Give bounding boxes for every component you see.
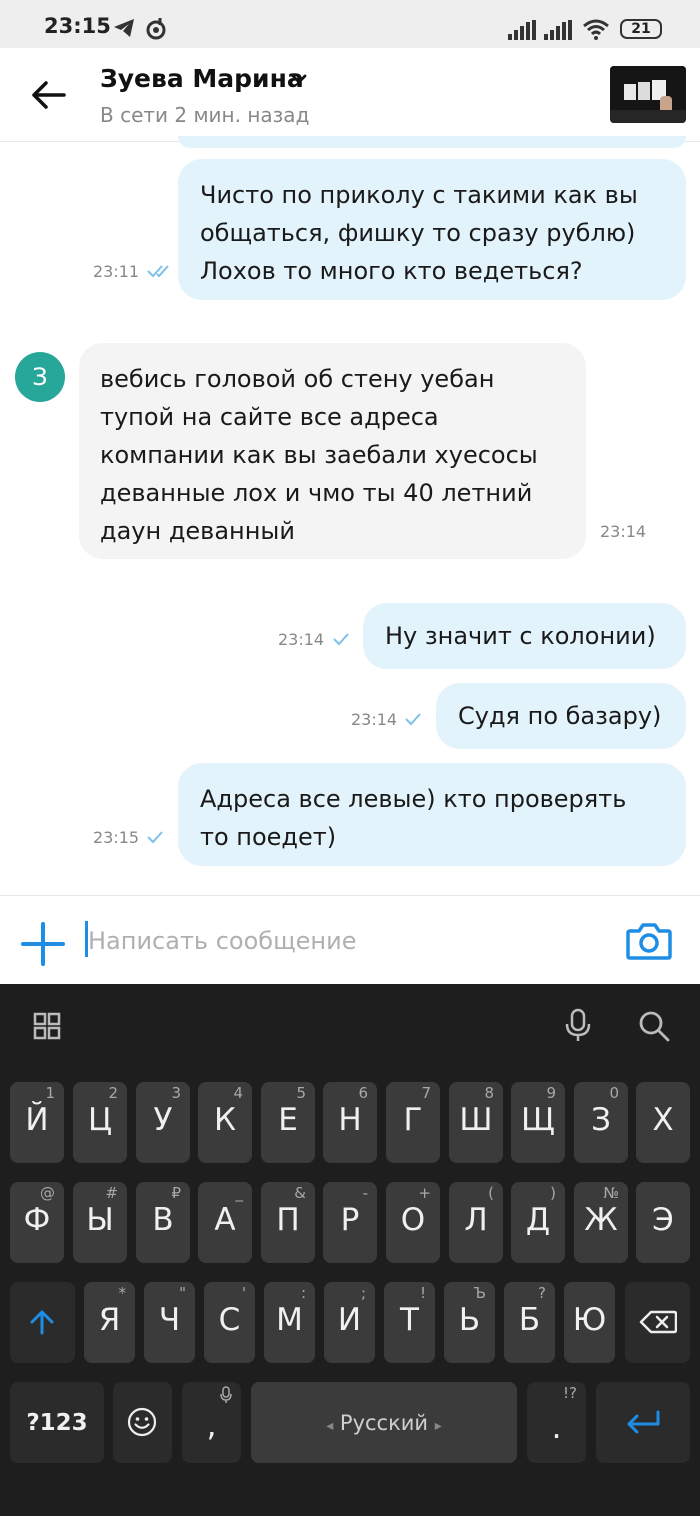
message-text-line: деванные лох и чмо ты 40 летний (100, 479, 533, 507)
space-key[interactable]: ◂ Русский ▸ (251, 1382, 517, 1463)
message-text-line: Ну значит с колонии) (385, 622, 656, 650)
back-arrow-icon[interactable] (30, 80, 66, 110)
message-text-line: то поедет) (200, 823, 337, 851)
message-text-line: компании как вы заебали хуесосы (100, 441, 538, 469)
key-п[interactable]: & П (261, 1182, 315, 1263)
key-ф[interactable]: @ Ф (10, 1182, 64, 1263)
message-text-line: даун деванный (100, 517, 295, 545)
microphone-icon[interactable] (564, 1008, 592, 1042)
chevron-left-icon: ◂ (326, 1418, 334, 1434)
key-а[interactable]: _ А (198, 1182, 252, 1263)
period-key[interactable]: !?. (527, 1382, 586, 1463)
message-time: 23:14 (600, 522, 647, 541)
shift-key[interactable] (10, 1282, 75, 1363)
battery-icon: 21 (620, 19, 662, 39)
contact-name[interactable]: Зуева Марина (100, 64, 304, 93)
key-э[interactable]: Э (636, 1182, 690, 1263)
backspace-icon (639, 1310, 677, 1334)
search-icon[interactable] (638, 1010, 670, 1042)
signal-icon (544, 20, 572, 40)
message-text-line: Чисто по приколу с такими как вы (200, 181, 638, 209)
music-icon (146, 18, 166, 40)
key-ы[interactable]: # Ы (73, 1182, 127, 1263)
key-я[interactable]: * Я (84, 1282, 135, 1363)
key-з[interactable]: 0З (574, 1082, 628, 1163)
message-time: 23:15 (93, 828, 140, 847)
message-bubble-outgoing[interactable]: Ну значит с колонии) (363, 603, 686, 669)
message-bubble-outgoing[interactable]: Чисто по приколу с такими как вы общатьс… (178, 159, 686, 300)
message-bubble-incoming[interactable]: вебись головой об стену уебан тупой на с… (79, 343, 586, 559)
message-text-line: Лохов то много кто ведеться? (200, 257, 583, 285)
wifi-icon (583, 19, 609, 40)
message-text-line: Адреса все левые) кто проверять (200, 785, 627, 813)
avatar[interactable]: З (15, 352, 65, 402)
key-м[interactable]: :М (264, 1282, 315, 1363)
message-input[interactable]: Написать сообщение (88, 927, 357, 955)
message-text-line: общаться, фишку то сразу рублю) (200, 219, 636, 247)
status-bar: 23:15 21 (0, 0, 700, 48)
key-ш[interactable]: 8Ш (449, 1082, 503, 1163)
key-е[interactable]: 5Е (261, 1082, 315, 1163)
enter-key[interactable] (596, 1382, 690, 1463)
clock: 23:15 (44, 14, 111, 38)
double-check-icon (147, 265, 169, 278)
check-icon (405, 713, 421, 726)
key-б[interactable]: ? Б (504, 1282, 555, 1363)
key-ч[interactable]: " Ч (144, 1282, 195, 1363)
space-language-label: Русский (339, 1411, 429, 1435)
plus-icon[interactable] (20, 921, 66, 967)
key-ю[interactable]: Ю (564, 1282, 615, 1363)
composer-bar: Написать сообщение (0, 895, 700, 984)
message-text-line: тупой на сайте все адреса (100, 403, 439, 431)
key-о[interactable]: + О (386, 1182, 440, 1263)
key-т[interactable]: ! Т (384, 1282, 435, 1363)
key-у[interactable]: 3У (136, 1082, 190, 1163)
message-text-line: вебись головой об стену уебан (100, 365, 495, 393)
comma-key[interactable]: , (182, 1382, 241, 1463)
telegram-icon (114, 19, 134, 37)
check-icon (333, 633, 349, 646)
microphone-icon (220, 1386, 232, 1403)
keyboard: 1Й 2Ц 3У 4К 5Е 6Н 7Г 8Ш 9Щ 0З Х @ Ф # Ы ₽ В… (0, 984, 700, 1516)
grid-menu-icon[interactable] (33, 1012, 61, 1040)
key-л[interactable]: (Л (449, 1182, 503, 1263)
enter-icon (627, 1410, 660, 1434)
message-time: 23:11 (93, 262, 140, 281)
message-bubble-partial (178, 136, 686, 148)
key-ь[interactable]: ЪЬ (444, 1282, 495, 1363)
chat-header: Зуева Марина В сети 2 мин. назад (0, 48, 700, 142)
key-ц[interactable]: 2Ц (73, 1082, 127, 1163)
key-щ[interactable]: 9Щ (511, 1082, 565, 1163)
message-time: 23:14 (351, 710, 398, 729)
symbols-key[interactable]: ?123 (10, 1382, 104, 1463)
key-й[interactable]: 1Й (10, 1082, 64, 1163)
emoji-icon (127, 1407, 157, 1437)
key-ж[interactable]: № Ж (574, 1182, 628, 1263)
key-г[interactable]: 7Г (386, 1082, 440, 1163)
key-н[interactable]: 6Н (323, 1082, 377, 1163)
signal-icon (508, 20, 536, 40)
key-в[interactable]: ₽ В (136, 1182, 190, 1263)
message-bubble-outgoing[interactable]: Судя по базару) (436, 683, 686, 749)
chevron-down-icon[interactable] (290, 72, 308, 86)
battery-level: 21 (631, 21, 651, 37)
backspace-key[interactable] (625, 1282, 690, 1363)
key-к[interactable]: 4К (198, 1082, 252, 1163)
check-icon (147, 831, 163, 844)
shift-arrow-icon (30, 1310, 54, 1335)
emoji-key[interactable] (113, 1382, 172, 1463)
chevron-right-icon: ▸ (434, 1418, 442, 1434)
photo-thumbnail-image (610, 66, 686, 123)
key-р[interactable]: -Р (323, 1182, 377, 1263)
presence-status: В сети 2 мин. назад (100, 103, 310, 127)
message-text-line: Судя по базару) (458, 702, 662, 730)
key-х[interactable]: Х (636, 1082, 690, 1163)
camera-icon[interactable] (626, 921, 672, 961)
key-с[interactable]: ' С (204, 1282, 255, 1363)
key-и[interactable]: ; И (324, 1282, 375, 1363)
message-bubble-outgoing[interactable]: Адреса все левые) кто проверять то поеде… (178, 763, 686, 866)
contact-photo[interactable] (610, 66, 686, 123)
message-time: 23:14 (278, 630, 325, 649)
key-д[interactable]: ) Д (511, 1182, 565, 1263)
